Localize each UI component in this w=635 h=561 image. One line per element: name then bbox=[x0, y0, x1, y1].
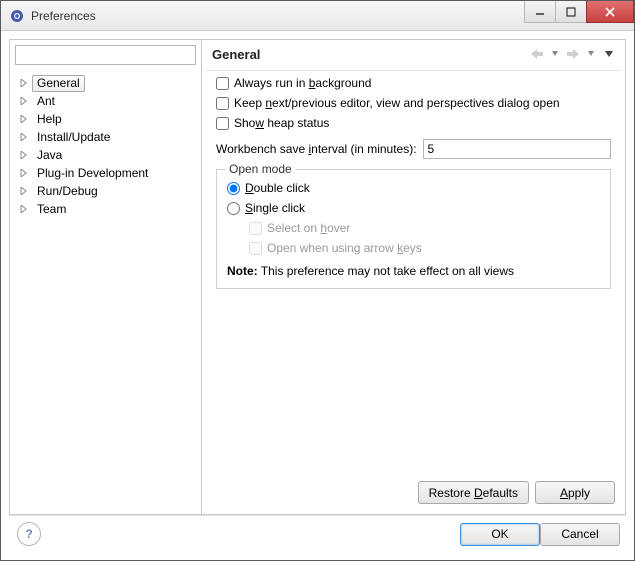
tree-label: Help bbox=[32, 111, 67, 128]
help-button[interactable]: ? bbox=[17, 522, 41, 546]
content-footer: Restore Defaults Apply bbox=[202, 475, 625, 514]
tree-label: Run/Debug bbox=[32, 183, 103, 200]
open-arrow-keys-row: Open when using arrow keys bbox=[249, 238, 600, 258]
help-icon: ? bbox=[25, 527, 32, 541]
open-arrow-keys-checkbox bbox=[249, 242, 262, 255]
tree-item-team[interactable]: Team bbox=[16, 200, 201, 218]
tree-item-run-debug[interactable]: Run/Debug bbox=[16, 182, 201, 200]
menu-down-icon[interactable] bbox=[601, 46, 617, 62]
always-run-background-row: Always run in background bbox=[216, 73, 611, 93]
double-click-radio[interactable] bbox=[227, 182, 240, 195]
show-heap-status-row: Show heap status bbox=[216, 113, 611, 133]
tree-item-plugin-dev[interactable]: Plug-in Development bbox=[16, 164, 201, 182]
select-on-hover-checkbox bbox=[249, 222, 262, 235]
always-run-background-label: Always run in background bbox=[234, 76, 371, 90]
expander-icon[interactable] bbox=[18, 95, 30, 107]
expander-icon[interactable] bbox=[18, 113, 30, 125]
expander-icon[interactable] bbox=[18, 77, 30, 89]
titlebar[interactable]: Preferences bbox=[1, 1, 634, 31]
select-on-hover-row: Select on hover bbox=[249, 218, 600, 238]
note-bold: Note: bbox=[227, 264, 258, 278]
page-title: General bbox=[212, 47, 529, 62]
open-mode-legend: Open mode bbox=[225, 162, 296, 176]
window-controls bbox=[525, 1, 634, 30]
content-body: Always run in background Keep next/previ… bbox=[206, 70, 621, 475]
nav-back-icon[interactable] bbox=[529, 46, 545, 62]
apply-button[interactable]: Apply bbox=[535, 481, 615, 504]
single-click-radio[interactable] bbox=[227, 202, 240, 215]
keep-dialog-open-row: Keep next/previous editor, view and pers… bbox=[216, 93, 611, 113]
save-interval-row: Workbench save interval (in minutes): bbox=[216, 139, 611, 159]
expander-icon[interactable] bbox=[18, 185, 30, 197]
preferences-window: Preferences General Ant bbox=[0, 0, 635, 561]
open-mode-group: Open mode Double click Single click Sele… bbox=[216, 169, 611, 289]
single-click-label: Single click bbox=[245, 201, 305, 215]
show-heap-status-checkbox[interactable] bbox=[216, 117, 229, 130]
app-icon bbox=[9, 8, 25, 24]
note-text: This preference may not take effect on a… bbox=[258, 264, 514, 278]
open-arrow-keys-label: Open when using arrow keys bbox=[267, 241, 422, 255]
maximize-button[interactable] bbox=[555, 1, 587, 23]
search-input[interactable] bbox=[15, 45, 196, 65]
keep-dialog-open-label: Keep next/previous editor, view and pers… bbox=[234, 96, 560, 110]
expander-icon[interactable] bbox=[18, 203, 30, 215]
tree-label: General bbox=[32, 75, 85, 92]
nav-forward-icon[interactable] bbox=[565, 46, 581, 62]
minimize-button[interactable] bbox=[524, 1, 556, 23]
tree-item-ant[interactable]: Ant bbox=[16, 92, 201, 110]
double-click-row: Double click bbox=[227, 178, 600, 198]
chevron-down-icon[interactable] bbox=[547, 46, 563, 62]
content-pane: General Always run in background bbox=[202, 40, 625, 514]
content-header: General bbox=[202, 40, 625, 70]
dialog-body: General Ant Help Install/Update bbox=[1, 31, 634, 560]
dialog-footer: ? OK Cancel bbox=[9, 515, 626, 552]
sidebar: General Ant Help Install/Update bbox=[10, 40, 202, 514]
tree-label: Team bbox=[32, 201, 71, 218]
tree-item-install-update[interactable]: Install/Update bbox=[16, 128, 201, 146]
show-heap-status-label: Show heap status bbox=[234, 116, 329, 130]
chevron-down-icon[interactable] bbox=[583, 46, 599, 62]
split-pane: General Ant Help Install/Update bbox=[9, 39, 626, 515]
tree-label: Java bbox=[32, 147, 67, 164]
save-interval-label: Workbench save interval (in minutes): bbox=[216, 142, 417, 156]
open-mode-note: Note: This preference may not take effec… bbox=[227, 264, 600, 278]
cancel-button[interactable]: Cancel bbox=[540, 523, 620, 546]
tree-label: Install/Update bbox=[32, 129, 115, 146]
ok-button[interactable]: OK bbox=[460, 523, 540, 546]
select-on-hover-label: Select on hover bbox=[267, 221, 350, 235]
tree-label: Plug-in Development bbox=[32, 165, 153, 182]
search-container bbox=[10, 40, 201, 70]
nav-arrows bbox=[529, 46, 617, 62]
double-click-label: Double click bbox=[245, 181, 310, 195]
expander-icon[interactable] bbox=[18, 131, 30, 143]
single-click-row: Single click bbox=[227, 198, 600, 218]
expander-icon[interactable] bbox=[18, 167, 30, 179]
tree: General Ant Help Install/Update bbox=[10, 70, 201, 514]
restore-defaults-button[interactable]: Restore Defaults bbox=[418, 481, 529, 504]
tree-item-java[interactable]: Java bbox=[16, 146, 201, 164]
tree-label: Ant bbox=[32, 93, 60, 110]
keep-dialog-open-checkbox[interactable] bbox=[216, 97, 229, 110]
close-button[interactable] bbox=[586, 1, 634, 23]
tree-item-help[interactable]: Help bbox=[16, 110, 201, 128]
save-interval-input[interactable] bbox=[423, 139, 611, 159]
tree-item-general[interactable]: General bbox=[16, 74, 201, 92]
expander-icon[interactable] bbox=[18, 149, 30, 161]
window-title: Preferences bbox=[31, 9, 525, 23]
always-run-background-checkbox[interactable] bbox=[216, 77, 229, 90]
